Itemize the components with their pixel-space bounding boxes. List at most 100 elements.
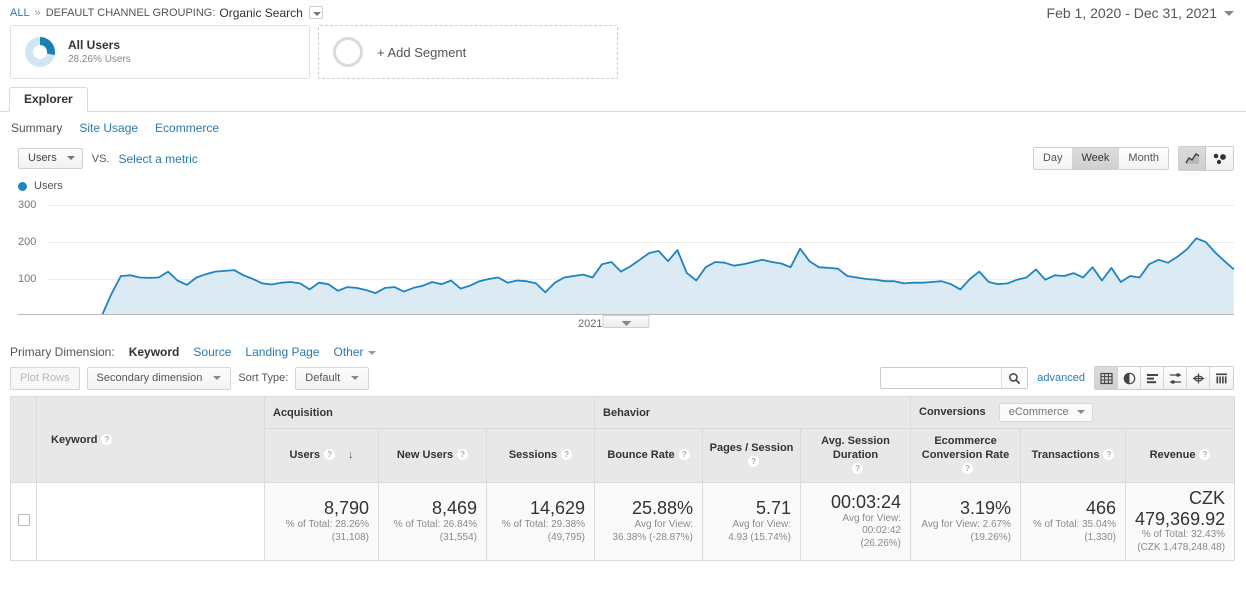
metric-value: 8,469 <box>431 498 477 519</box>
metric-sub2: 36.38% (-28.87%) <box>612 531 694 543</box>
summary-cell-avg-session-duration: 00:03:24 Avg for View: 00:02:42 (26.26%) <box>800 481 912 562</box>
summary-cell-transactions: 466 % of Total: 35.04% (1,330) <box>1020 481 1127 562</box>
legend-label: Users <box>34 180 63 192</box>
secondary-dimension-button[interactable]: Secondary dimension <box>86 366 232 390</box>
metric-value: 466 <box>1085 498 1117 519</box>
column-header-transactions[interactable]: Transactions? <box>1020 428 1127 483</box>
primary-dimension-other[interactable]: Other <box>334 345 376 359</box>
table-summary-row: 8,790 % of Total: 28.26% (31,108) 8,469 … <box>10 481 1236 562</box>
summary-cell-sessions: 14,629 % of Total: 29.38% (49,795) <box>485 481 596 562</box>
date-range-picker[interactable]: Feb 1, 2020 - Dec 31, 2021 <box>1047 5 1234 21</box>
breadcrumb-all[interactable]: ALL <box>10 7 30 19</box>
group-header-acquisition: Acquisition <box>263 396 596 429</box>
comparison-view-icon[interactable] <box>1164 367 1187 389</box>
column-label: Sessions <box>508 448 558 461</box>
x-axis-tick-2021: 2021 <box>578 318 603 330</box>
subtab-ecommerce[interactable]: Ecommerce <box>155 121 219 135</box>
metric-sub1: % of Total: 32.43% <box>1141 529 1226 541</box>
summary-cell-revenue: CZK 479,369.92 % of Total: 32.43% (CZK 1… <box>1125 481 1236 562</box>
primary-dimension-row: Primary Dimension: Keyword Source Landin… <box>0 337 1246 359</box>
primary-dimension-keyword[interactable]: Keyword <box>129 345 180 359</box>
keyword-header-label: Keyword <box>51 433 98 446</box>
help-icon[interactable]: ? <box>678 449 690 461</box>
performance-view-icon[interactable] <box>1187 367 1210 389</box>
granularity-toggle: Day Week Month <box>1032 147 1169 170</box>
granularity-day[interactable]: Day <box>1033 148 1073 169</box>
metric-sub2: (31,108) <box>331 531 369 543</box>
column-label: Pages / Session <box>709 441 794 454</box>
row-checkbox-cell[interactable] <box>10 481 37 562</box>
pie-view-icon[interactable] <box>1118 367 1141 389</box>
chevron-down-icon[interactable] <box>308 6 323 19</box>
sub-tab-list: Summary Site Usage Ecommerce <box>0 112 1246 135</box>
column-header-users[interactable]: Users? ↓ <box>264 428 379 483</box>
sort-desc-icon: ↓ <box>348 448 354 461</box>
summary-cell-pages-per-session: 5.71 Avg for View: 4.93 (15.74%) <box>702 481 802 562</box>
bar-view-icon[interactable] <box>1141 367 1164 389</box>
column-header-ecommerce-conversion-rate[interactable]: Ecommerce Conversion Rate? <box>910 428 1022 483</box>
metric-sub2: 4.93 (15.74%) <box>728 531 792 543</box>
primary-dimension-landing-page[interactable]: Landing Page <box>245 345 319 359</box>
subtab-summary[interactable]: Summary <box>11 121 62 135</box>
y-axis-tick-100: 100 <box>18 273 37 285</box>
primary-dimension-source[interactable]: Source <box>193 345 231 359</box>
checkbox-icon[interactable] <box>17 513 30 526</box>
sort-type-button[interactable]: Default <box>295 366 370 390</box>
plot-rows-button[interactable]: Plot Rows <box>10 366 80 390</box>
metric-sub2: (49,795) <box>547 531 586 543</box>
column-header-revenue[interactable]: Revenue? <box>1125 428 1236 483</box>
sort-type-value: Default <box>305 371 341 384</box>
search-input[interactable] <box>881 368 1002 388</box>
help-icon[interactable]: ? <box>962 462 974 474</box>
summary-cell-bounce-rate: 25.88% Avg for View: 36.38% (-28.87%) <box>594 481 704 562</box>
metric-sub1: Avg for View: 00:02:42 <box>842 512 902 537</box>
granularity-month[interactable]: Month <box>1119 148 1168 169</box>
metric-sub2: (26.26%) <box>860 537 902 549</box>
chevron-down-icon <box>351 375 360 380</box>
table-toolbar: Plot Rows Secondary dimension Sort Type:… <box>10 366 1234 390</box>
metric-sub1: Avg for View: 2.67% <box>921 519 1012 531</box>
select-a-metric-link[interactable]: Select a metric <box>118 152 197 166</box>
summary-cell-ecommerce-conversion-rate: 3.19% Avg for View: 2.67% (19.26%) <box>910 481 1022 562</box>
help-icon[interactable]: ? <box>561 449 573 461</box>
column-header-new-users[interactable]: New Users? <box>378 428 487 483</box>
chart-range-handle[interactable] <box>602 315 650 328</box>
ga-report-page: ALL » DEFAULT CHANNEL GROUPING: Organic … <box>0 0 1246 597</box>
table-view-icon[interactable] <box>1095 367 1118 389</box>
help-icon[interactable]: ? <box>101 434 113 446</box>
metric-dropdown[interactable]: Users <box>18 148 83 169</box>
subtab-site-usage[interactable]: Site Usage <box>79 121 138 135</box>
vs-label: VS. <box>91 152 110 165</box>
help-icon[interactable]: ? <box>1199 449 1211 461</box>
column-header-avg-session-duration[interactable]: Avg. Session Duration? <box>800 428 912 483</box>
pivot-view-icon[interactable] <box>1210 367 1233 389</box>
help-icon[interactable]: ? <box>457 449 469 461</box>
help-icon[interactable]: ? <box>324 449 336 461</box>
add-segment-button[interactable]: + Add Segment <box>318 25 618 79</box>
metric-sub2: (31,554) <box>439 531 477 543</box>
help-icon[interactable]: ? <box>852 462 864 474</box>
column-header-bounce-rate[interactable]: Bounce Rate? <box>594 428 704 483</box>
donut-chart-icon <box>25 37 55 67</box>
segment-all-users[interactable]: All Users 28.26% Users <box>10 25 310 79</box>
view-type-toggle <box>1094 366 1234 390</box>
line-chart-icon[interactable] <box>1179 147 1206 170</box>
sort-type-label: Sort Type: <box>238 372 289 384</box>
granularity-week[interactable]: Week <box>1072 148 1120 169</box>
metric-sub1: % of Total: 29.38% <box>501 519 586 531</box>
column-header-sessions[interactable]: Sessions? <box>485 428 596 483</box>
tab-explorer[interactable]: Explorer <box>9 87 88 112</box>
conversions-type-dropdown[interactable]: eCommerce <box>998 403 1093 422</box>
summary-cell-new-users: 8,469 % of Total: 26.84% (31,554) <box>378 481 487 562</box>
keyword-header[interactable]: Keyword? <box>36 396 265 483</box>
column-header-pages-per-session[interactable]: Pages / Session? <box>702 428 802 483</box>
help-icon[interactable]: ? <box>1103 449 1115 461</box>
breadcrumb-dimension-label: DEFAULT CHANNEL GROUPING: <box>45 6 216 19</box>
search-icon[interactable] <box>1001 368 1028 388</box>
motion-chart-icon[interactable] <box>1206 147 1233 170</box>
help-icon[interactable]: ? <box>748 456 760 468</box>
chevron-down-icon <box>367 350 376 355</box>
group-header-conversions: Conversions eCommerce <box>910 396 1236 429</box>
segment-bar: All Users 28.26% Users + Add Segment <box>0 22 1246 80</box>
advanced-link[interactable]: advanced <box>1037 372 1085 384</box>
